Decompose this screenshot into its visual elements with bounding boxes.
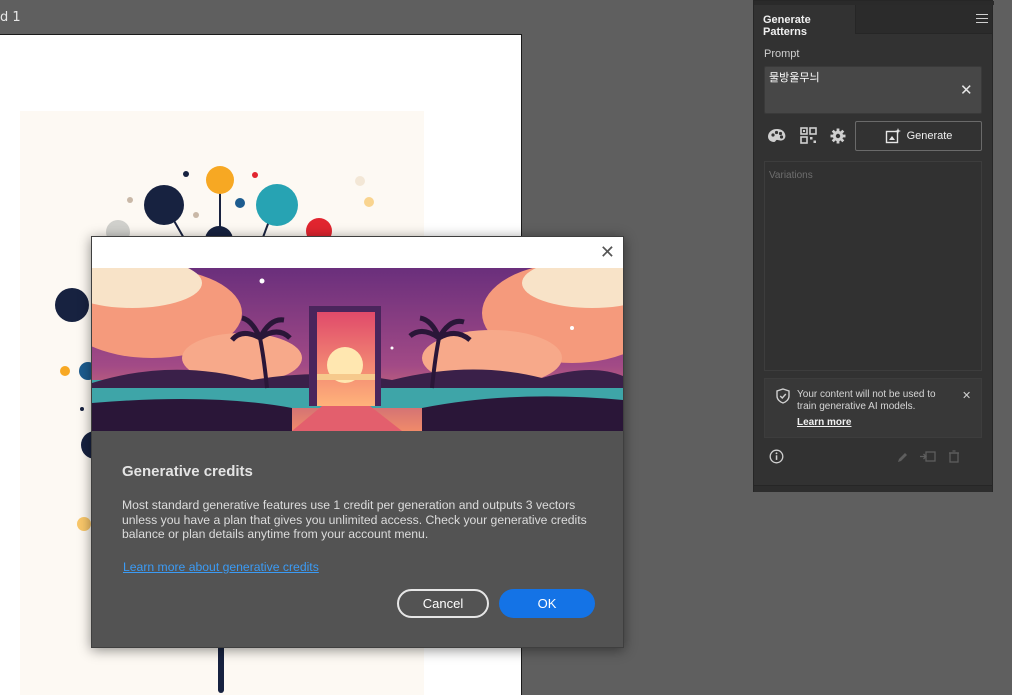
palette-icon[interactable] xyxy=(767,127,787,145)
close-icon[interactable]: ✕ xyxy=(960,81,973,99)
generate-button-label: Generate xyxy=(906,130,953,142)
generate-button[interactable]: Generate xyxy=(855,121,982,151)
document-tab[interactable]: d 1 xyxy=(0,10,21,25)
notice-text: Your content will not be used to train g… xyxy=(797,389,936,412)
close-icon[interactable]: ✕ xyxy=(600,242,615,263)
prompt-label: Prompt xyxy=(764,48,800,60)
panel-tab-bar: Generate Patterns xyxy=(754,5,992,38)
generate-patterns-panel: Generate Patterns Prompt 물방울무늬 ✕ Generat… xyxy=(753,0,994,492)
tab-generate-patterns[interactable]: Generate Patterns xyxy=(754,5,856,38)
shield-check-icon xyxy=(776,388,790,404)
ok-button[interactable]: OK xyxy=(499,589,595,618)
info-icon[interactable] xyxy=(769,449,784,464)
sparkle-image-icon xyxy=(885,128,901,144)
dialog-hero-illustration xyxy=(92,268,623,431)
add-to-swatches-icon[interactable] xyxy=(920,450,936,463)
ai-notice: Your content will not be used to train g… xyxy=(764,378,982,438)
gear-icon[interactable] xyxy=(828,127,848,145)
pencil-icon[interactable] xyxy=(896,451,909,464)
hamburger-icon[interactable] xyxy=(976,14,988,24)
variations-label: Variations xyxy=(769,170,813,181)
generative-credits-dialog: ✕ Generative credits Most standard gener… xyxy=(91,236,624,648)
qr-grid-icon[interactable] xyxy=(799,127,819,145)
learn-more-credits-link[interactable]: Learn more about generative credits xyxy=(123,560,319,574)
cancel-button[interactable]: Cancel xyxy=(397,589,489,618)
dialog-body-text: Most standard generative features use 1 … xyxy=(122,498,587,541)
panel-resize-grip[interactable] xyxy=(754,485,992,492)
prompt-input[interactable]: 물방울무늬 xyxy=(764,66,982,114)
close-icon[interactable]: ✕ xyxy=(962,389,971,402)
variations-area: Variations xyxy=(764,161,982,371)
dialog-title: Generative credits xyxy=(122,463,253,480)
dialog-header: ✕ xyxy=(92,237,623,268)
learn-more-link[interactable]: Learn more xyxy=(797,417,851,428)
trash-icon[interactable] xyxy=(948,450,960,463)
